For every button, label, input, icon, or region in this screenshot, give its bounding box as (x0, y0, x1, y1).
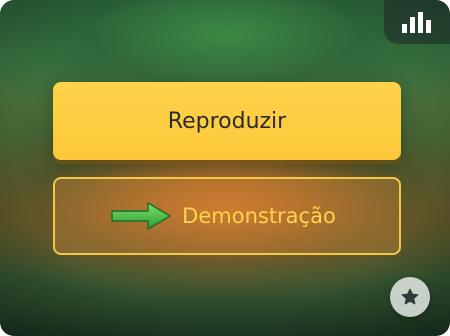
bar-chart-icon (402, 12, 431, 33)
game-launch-panel: Reproduzir Demonstração (0, 0, 450, 336)
demo-button-content: Demonstração (110, 201, 336, 231)
play-button[interactable]: Reproduzir (53, 82, 401, 160)
demo-button[interactable]: Demonstração (53, 177, 401, 255)
stats-button[interactable] (384, 0, 450, 44)
background-vignette (0, 0, 450, 336)
star-icon (401, 288, 419, 305)
play-button-label: Reproduzir (167, 108, 287, 134)
favorite-button[interactable] (390, 277, 430, 317)
demo-button-label: Demonstração (182, 204, 336, 228)
right-arrow-icon (111, 202, 171, 230)
